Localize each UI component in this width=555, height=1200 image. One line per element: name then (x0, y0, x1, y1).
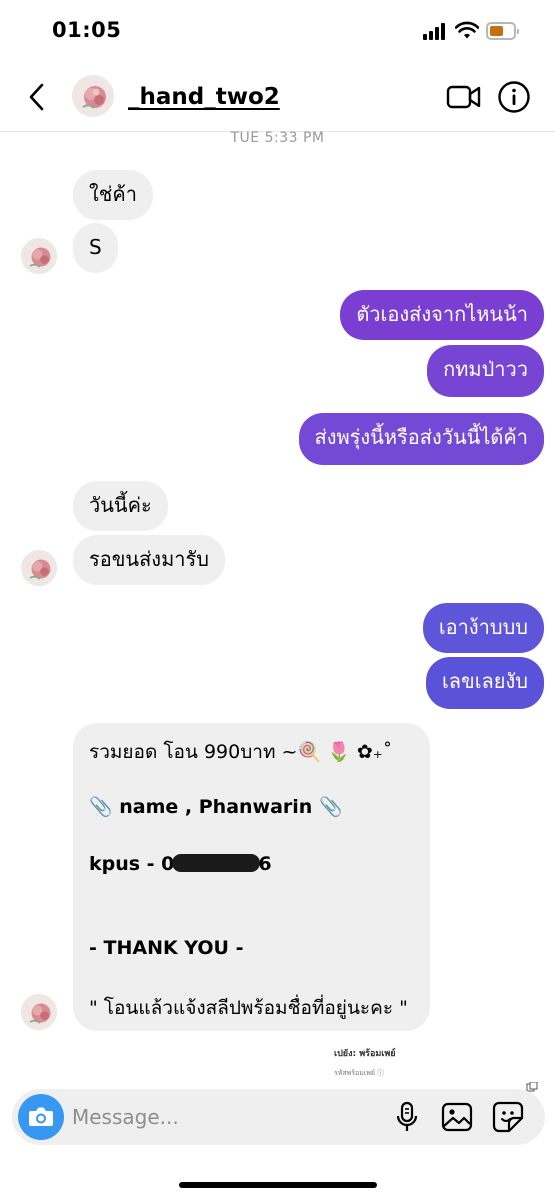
incoming-message[interactable]: S (73, 223, 118, 273)
account-name-text: 📎 name , Phanwarin 📎 (89, 796, 343, 818)
outgoing-message[interactable]: เอาง้าบบบ (422, 603, 544, 653)
image-gallery-icon[interactable] (441, 1102, 473, 1132)
outgoing-message[interactable]: เลขเลยงับ (425, 657, 544, 709)
microphone-icon[interactable] (396, 1101, 418, 1133)
message-composer (12, 1089, 545, 1145)
wifi-icon (455, 21, 479, 39)
avatar[interactable] (72, 75, 114, 117)
message-timestamp: TUE 5:33 PM (230, 130, 325, 146)
cellular-signal-icon (423, 23, 447, 40)
incoming-message[interactable]: รอขนส่งมารับ (73, 535, 225, 585)
outgoing-message[interactable]: กทมป่าวว (427, 345, 544, 397)
incoming-message[interactable]: ใช่ค้า (73, 170, 153, 220)
outgoing-message[interactable]: ตัวเองส่งจากไหนน้า (340, 290, 544, 340)
avatar[interactable] (21, 550, 57, 586)
incoming-payment-details-message[interactable]: รวมยอด โอน 990บาท ~🍭 🌷 ✿₊˚ 📎 name , Phan… (73, 723, 430, 1031)
camera-icon (29, 1107, 53, 1126)
video-camera-icon[interactable] (446, 82, 482, 112)
info-icon[interactable] (497, 80, 531, 114)
account-number-text: kpus - 06 (89, 853, 272, 875)
incoming-message[interactable]: วันนี้ค่ะ (73, 481, 168, 531)
status-bar: 01:05 (0, 0, 555, 64)
battery-icon (486, 22, 519, 40)
status-time: 01:05 (52, 18, 122, 42)
avatar[interactable] (21, 238, 57, 274)
preview-title-text: เปยัง: พร้อมเพย์ (334, 1049, 396, 1059)
chevron-left-icon[interactable] (22, 80, 52, 114)
chat-username[interactable]: _hand_two2 (128, 84, 280, 110)
preview-subtitle-text: รหัสพร้อมเพย์ ⓘ (334, 1069, 385, 1077)
dm-screen: 01:05 _hand_two2 TUE 5:33 PM ใช่ค้า S ตั… (0, 0, 555, 1200)
camera-button[interactable] (18, 1094, 64, 1140)
home-indicator[interactable] (179, 1182, 377, 1188)
transfer-total-text: รวมยอด โอน 990บาท ~🍭 🌷 ✿₊˚ (89, 741, 393, 763)
redacted-account-number (172, 854, 261, 872)
outgoing-message[interactable]: ส่งพรุ่งนี้หรือส่งวันนี้ได้ค้า (298, 413, 544, 465)
transfer-note-text: " โอนแล้วแจ้งสลีปพร้อมชื่อที่อยู่นะคะ " (89, 997, 408, 1019)
sticker-icon[interactable] (492, 1101, 524, 1133)
message-input[interactable] (72, 1097, 372, 1137)
avatar[interactable] (21, 994, 57, 1030)
thank-you-text: - THANK YOU - (89, 937, 244, 959)
chat-header: _hand_two2 (0, 64, 555, 132)
shared-image-preview[interactable]: เปยัง: พร้อมเพย์ รหัสพร้อมเพย์ ⓘ (334, 1046, 544, 1092)
